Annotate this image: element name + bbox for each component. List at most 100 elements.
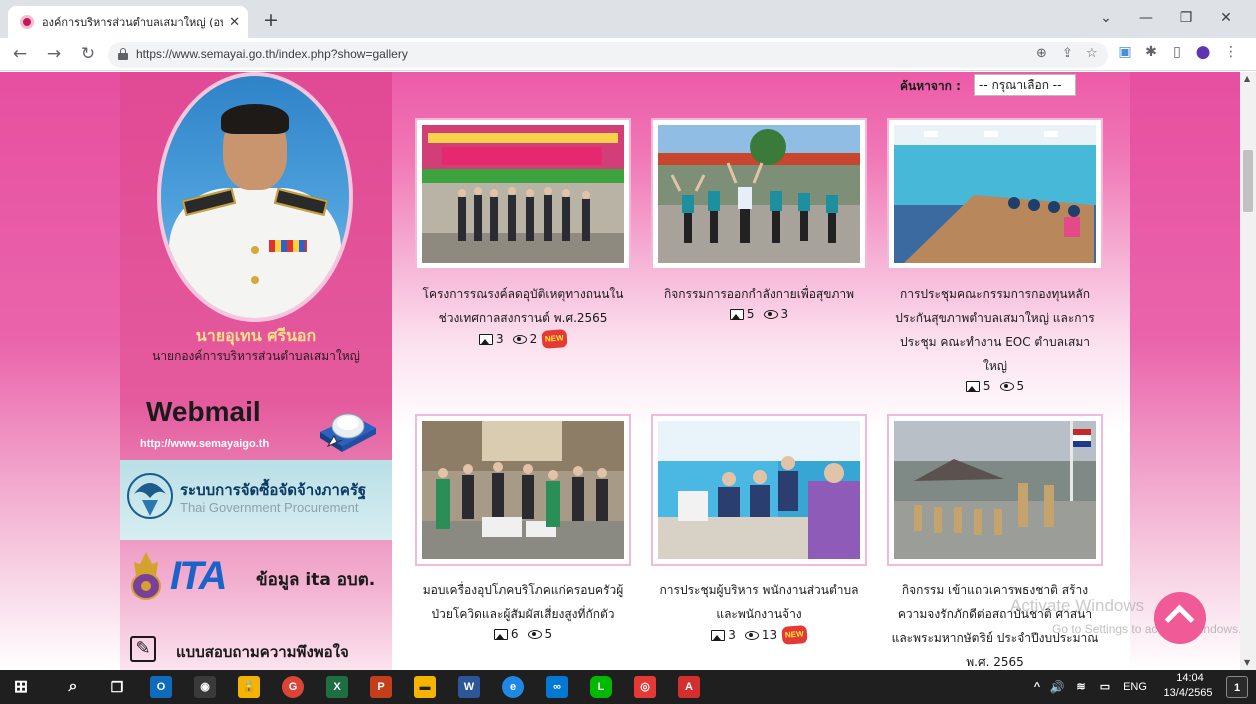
powerpoint-icon[interactable]: P xyxy=(370,676,392,698)
webmail-url: http://www.semayaigo.th xyxy=(140,438,270,450)
camera-icon[interactable]: ◉ xyxy=(194,676,216,698)
site-favicon-icon xyxy=(20,15,34,29)
satisfaction-survey-link[interactable]: ✎ แบบสอบถามความพึงพอใจ xyxy=(130,632,390,666)
speaker-icon[interactable]: 🔊 xyxy=(1048,676,1066,698)
image-count-icon xyxy=(479,333,494,345)
ita-banner[interactable]: ITA ข้อมูล ita อบต. xyxy=(120,544,392,614)
back-to-top-button[interactable] xyxy=(1154,592,1206,644)
extension-icon[interactable]: ▣ xyxy=(1116,43,1134,61)
tab-title: องค์การบริหารส่วนตำบลเสมาใหญ่ (อบ xyxy=(42,16,224,29)
gallery-item[interactable]: กิจกรรมการออกกำลังกายเพื่อสุขภาพ 5 3 xyxy=(651,118,867,322)
profile-avatar-icon[interactable]: ● xyxy=(1194,43,1212,61)
page-scrollbar[interactable]: ▲ ▼ xyxy=(1240,72,1256,670)
clock-time[interactable]: 14:04 xyxy=(1162,672,1218,684)
scroll-down-icon[interactable]: ▼ xyxy=(1244,658,1250,667)
network-icon[interactable]: ≋ xyxy=(1072,676,1090,698)
tray-chevron-icon[interactable]: ^ xyxy=(1030,676,1044,698)
acrobat-icon[interactable]: A xyxy=(678,676,700,698)
gallery-caption[interactable]: โครงการรณรงค์ลดอุบัติเหตุทางถนนในช่วงเทศ… xyxy=(415,282,631,330)
extensions-puzzle-icon[interactable]: ✱ xyxy=(1142,43,1160,61)
file-explorer-icon[interactable]: ▬ xyxy=(414,676,436,698)
view-count: 3 xyxy=(780,307,789,321)
back-button[interactable]: ← xyxy=(8,43,32,67)
view-count: 2 xyxy=(529,332,538,346)
app-icon[interactable]: ∞ xyxy=(546,676,568,698)
view-count: 5 xyxy=(544,627,553,641)
line-icon[interactable]: L xyxy=(590,676,612,698)
gallery-photo xyxy=(658,421,860,559)
reload-button[interactable]: ↻ xyxy=(76,43,100,67)
activate-windows-watermark: Activate Windows xyxy=(1010,596,1145,615)
gallery-caption[interactable]: มอบเครื่องอุปโภคบริโภคแก่ครอบครัวผู้ป่วย… xyxy=(415,578,631,626)
gallery-thumbnail[interactable] xyxy=(651,414,867,566)
gallery-thumbnail[interactable] xyxy=(887,118,1103,270)
gallery-caption[interactable]: การประชุมผู้บริหาร พนักงานส่วนตำบลและพนั… xyxy=(651,578,867,626)
chrome-icon[interactable]: G xyxy=(282,676,304,698)
tab-close-icon[interactable]: ✕ xyxy=(229,15,240,30)
forward-button[interactable]: → xyxy=(42,43,66,67)
gallery-meta: 3 13 NEW xyxy=(651,625,867,645)
scroll-up-icon[interactable]: ▲ xyxy=(1244,74,1250,83)
gallery-thumbnail[interactable] xyxy=(415,414,631,566)
zoom-icon[interactable]: ⊕ xyxy=(1036,46,1047,61)
minimize-button[interactable]: — xyxy=(1126,4,1166,32)
gallery-meta: 6 5 xyxy=(415,626,631,642)
battery-icon[interactable]: ▭ xyxy=(1096,676,1114,698)
webmail-banner[interactable]: Webmail http://www.semayaigo.th xyxy=(136,394,376,462)
share-icon[interactable]: ⇪ xyxy=(1062,46,1073,61)
gallery-item[interactable]: การประชุมผู้บริหาร พนักงานส่วนตำบลและพนั… xyxy=(651,414,867,645)
bookmark-star-icon[interactable]: ☆ xyxy=(1086,46,1098,61)
tab-search-chevron-icon[interactable]: ⌄ xyxy=(1086,4,1126,32)
procurement-title-en: Thai Government Procurement xyxy=(180,500,359,515)
restore-button[interactable]: ❐ xyxy=(1166,4,1206,32)
screenshot-icon[interactable]: ◎ xyxy=(634,676,656,698)
outlook-icon[interactable]: O xyxy=(150,676,172,698)
language-indicator[interactable]: ENG xyxy=(1120,676,1150,698)
gallery-thumbnail[interactable] xyxy=(887,414,1103,566)
push-button-icon xyxy=(320,413,376,452)
word-icon[interactable]: W xyxy=(458,676,480,698)
task-view-icon[interactable]: ❐ xyxy=(106,676,128,698)
address-bar[interactable]: https://www.semayai.go.th/index.php?show… xyxy=(108,42,1108,68)
view-count-icon xyxy=(527,629,542,639)
gallery-meta: 3 2 NEW xyxy=(415,329,631,349)
search-select[interactable]: -- กรุณาเลือก -- xyxy=(974,74,1076,96)
gallery-meta: 5 5 xyxy=(887,378,1103,394)
scroll-thumb[interactable] xyxy=(1243,150,1253,212)
excel-icon[interactable]: X xyxy=(326,676,348,698)
edge-icon[interactable]: e xyxy=(502,676,524,698)
procurement-title-th: ระบบการจัดซื้อจัดจ้างภาครัฐ xyxy=(180,481,367,499)
browser-tab[interactable]: องค์การบริหารส่วนตำบลเสมาใหญ่ (อบ ✕ xyxy=(8,6,248,38)
image-count: 6 xyxy=(510,627,519,641)
gallery-photo xyxy=(894,125,1096,263)
gallery-thumbnail[interactable] xyxy=(651,118,867,270)
gallery-meta: 5 3 xyxy=(651,306,867,322)
new-badge: NEW xyxy=(781,625,808,645)
left-sidebar: นายอุเทน ศรีนอก นายกองค์การบริหารส่วนตำบ… xyxy=(120,72,392,670)
close-window-button[interactable]: ✕ xyxy=(1206,4,1246,32)
view-count-icon xyxy=(999,381,1014,391)
store-icon[interactable]: 🔒 xyxy=(238,676,260,698)
browser-menu-icon[interactable]: ⋮ xyxy=(1222,43,1240,61)
gallery-item[interactable]: โครงการรณรงค์ลดอุบัติเหตุทางถนนในช่วงเทศ… xyxy=(415,118,631,349)
government-procurement-banner[interactable]: ระบบการจัดซื้อจัดจ้างภาครัฐ Thai Governm… xyxy=(120,460,392,540)
view-count-icon xyxy=(512,334,527,344)
url-text[interactable]: https://www.semayai.go.th/index.php?show… xyxy=(136,47,408,61)
side-panel-icon[interactable]: ▯ xyxy=(1168,43,1186,61)
gallery-item[interactable]: มอบเครื่องอุปโภคบริโภคแก่ครอบครัวผู้ป่วย… xyxy=(415,414,631,642)
gallery-caption[interactable]: กิจกรรมการออกกำลังกายเพื่อสุขภาพ xyxy=(651,282,867,306)
gallery-item[interactable]: การประชุมคณะกรรมการกองทุนหลักประกันสุขภา… xyxy=(887,118,1103,394)
gallery-thumbnail[interactable] xyxy=(415,118,631,270)
gallery-photo xyxy=(658,125,860,263)
clock-date[interactable]: 13/4/2565 xyxy=(1156,687,1220,699)
gallery-caption[interactable]: การประชุมคณะกรรมการกองทุนหลักประกันสุขภา… xyxy=(887,282,1103,378)
tab-strip: องค์การบริหารส่วนตำบลเสมาใหญ่ (อบ ✕ + ⌄ … xyxy=(0,0,1256,38)
gallery-photo xyxy=(422,421,624,559)
view-count: 5 xyxy=(1016,379,1025,393)
search-icon[interactable]: ⌕ xyxy=(62,676,84,698)
start-windows-icon[interactable]: ⊞ xyxy=(10,676,32,698)
lock-icon[interactable] xyxy=(118,48,128,60)
search-from-label: ค้นหาจาก : xyxy=(900,79,961,93)
new-tab-button[interactable]: + xyxy=(258,8,284,34)
notification-icon[interactable]: 1 xyxy=(1226,676,1248,698)
